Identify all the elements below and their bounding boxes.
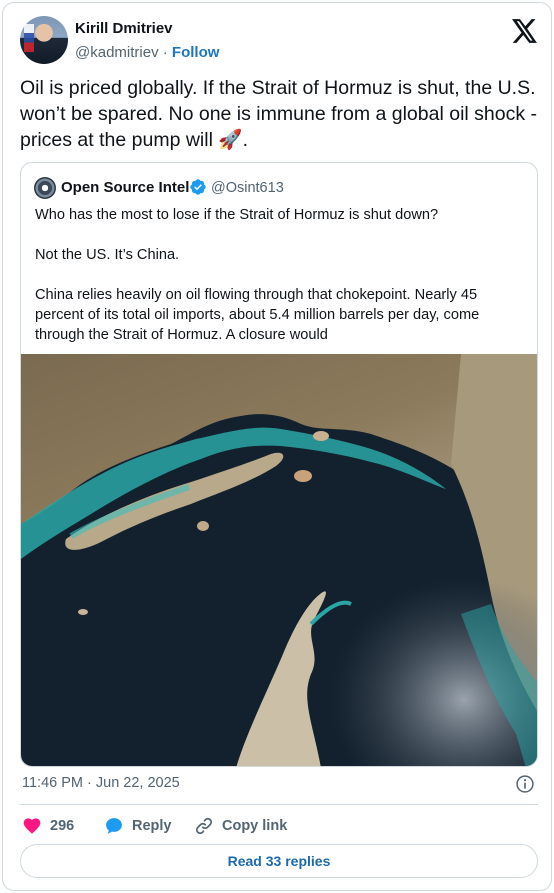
- author-handle[interactable]: @kadmitriev: [75, 44, 159, 61]
- copy-link-label: Copy link: [222, 818, 288, 834]
- x-logo-icon[interactable]: [512, 19, 538, 43]
- quoted-tweet-text: Who has the most to lose if the Strait o…: [35, 205, 525, 365]
- handle-separator: ·: [162, 44, 168, 61]
- author-handle-line: @kadmitriev · Follow: [75, 44, 219, 61]
- speech-bubble-icon: [106, 818, 122, 834]
- quoted-author-avatar[interactable]: [34, 177, 56, 199]
- strait-of-hormuz-satellite-image[interactable]: [21, 354, 538, 767]
- follow-button[interactable]: Follow: [172, 44, 220, 61]
- like-button[interactable]: 296: [22, 813, 74, 839]
- quoted-author-handle[interactable]: @Osint613: [211, 180, 284, 196]
- read-replies-button[interactable]: Read 33 replies: [20, 844, 538, 878]
- heart-icon: [23, 818, 41, 834]
- quoted-tweet[interactable]: Open Source Intel @Osint613 Who has the …: [20, 162, 538, 767]
- author-avatar[interactable]: [20, 16, 68, 64]
- info-icon[interactable]: [515, 774, 535, 794]
- tweet-timestamp[interactable]: 11:46 PM · Jun 22, 2025: [22, 775, 180, 791]
- quoted-paragraph: Not the US. It’s China.: [35, 247, 180, 263]
- author-name[interactable]: Kirill Dmitriev: [75, 20, 173, 37]
- quoted-paragraph: China relies heavily on oil flowing thro…: [35, 287, 480, 343]
- embedded-tweet-card: Kirill Dmitriev @kadmitriev · Follow Oil…: [2, 2, 552, 891]
- quoted-paragraph: Who has the most to lose if the Strait o…: [35, 207, 439, 223]
- copy-link-button[interactable]: Copy link: [194, 813, 287, 839]
- verified-badge-icon: [190, 179, 206, 195]
- tweet-text: Oil is priced globally. If the Strait of…: [20, 77, 537, 151]
- link-icon: [195, 817, 213, 835]
- reply-button[interactable]: Reply: [104, 813, 172, 839]
- quoted-author-name[interactable]: Open Source Intel: [61, 179, 189, 196]
- like-count: 296: [50, 818, 75, 834]
- divider: [20, 804, 538, 805]
- reply-label: Reply: [132, 818, 172, 834]
